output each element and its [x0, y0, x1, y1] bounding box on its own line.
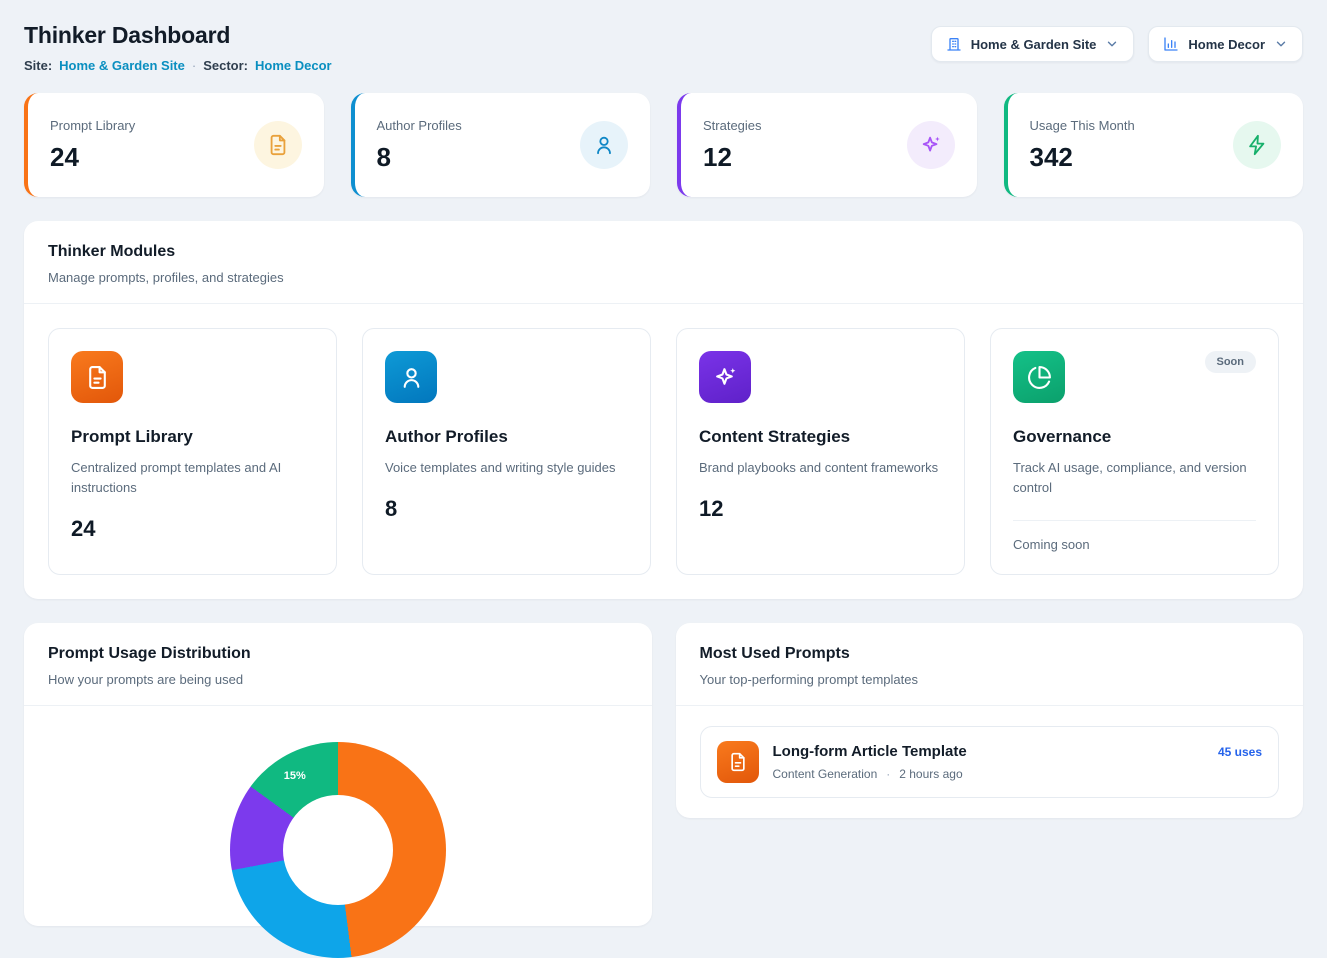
user-icon — [593, 134, 615, 156]
stat-value: 342 — [1030, 142, 1135, 173]
stat-label: Author Profiles — [377, 118, 462, 133]
site-selector-dropdown[interactable]: Home & Garden Site — [931, 26, 1135, 62]
module-title: Content Strategies — [699, 427, 942, 447]
panel-subtitle: Manage prompts, profiles, and strategies — [48, 270, 1279, 285]
stat-label: Strategies — [703, 118, 762, 133]
topbar: Thinker Dashboard Site: Home & Garden Si… — [24, 22, 1303, 73]
sector-link[interactable]: Home Decor — [255, 58, 332, 73]
prompt-title: Long-form Article Template — [773, 743, 1204, 760]
module-description: Centralized prompt templates and AI inst… — [71, 458, 314, 498]
document-icon — [728, 752, 748, 772]
stat-card-author-profiles: Author Profiles 8 — [351, 93, 651, 197]
module-title: Governance — [1013, 427, 1256, 447]
divider — [676, 705, 1304, 706]
stat-card-usage: Usage This Month 342 — [1004, 93, 1304, 197]
prompt-uses-badge: 45 uses — [1218, 745, 1262, 759]
stat-text: Author Profiles 8 — [377, 118, 462, 173]
usage-distribution-panel: Prompt Usage Distribution How your promp… — [24, 623, 652, 926]
coming-soon-text: Coming soon — [1013, 520, 1256, 552]
panel-subtitle: How your prompts are being used — [48, 672, 628, 687]
document-icon — [85, 365, 110, 390]
stat-label: Usage This Month — [1030, 118, 1135, 133]
donut-segment-label: 15% — [284, 770, 306, 782]
sector-selector-label: Home Decor — [1188, 37, 1265, 52]
modules-grid: Prompt Library Centralized prompt templa… — [24, 304, 1303, 599]
bar-chart-icon — [1163, 36, 1179, 52]
module-count: 12 — [699, 496, 942, 522]
stat-card-prompt-library: Prompt Library 24 — [24, 93, 324, 197]
stat-icon-bubble — [907, 121, 955, 169]
stat-text: Prompt Library 24 — [50, 118, 135, 173]
site-context-line: Site: Home & Garden Site · Sector: Home … — [24, 58, 332, 73]
module-card-governance[interactable]: Soon Governance Track AI usage, complian… — [990, 328, 1279, 575]
prompt-icon-tile — [717, 741, 759, 783]
dashboard-page: Thinker Dashboard Site: Home & Garden Si… — [0, 0, 1327, 948]
sector-label: Sector: — [203, 58, 248, 73]
module-icon-tile — [1013, 351, 1065, 403]
module-description: Track AI usage, compliance, and version … — [1013, 458, 1256, 498]
soon-badge: Soon — [1205, 351, 1257, 373]
module-description: Brand playbooks and content frameworks — [699, 458, 942, 478]
most-used-prompts-panel: Most Used Prompts Your top-performing pr… — [676, 623, 1304, 818]
site-link[interactable]: Home & Garden Site — [59, 58, 185, 73]
module-card-content-strategies[interactable]: Content Strategies Brand playbooks and c… — [676, 328, 965, 575]
sparkle-icon — [920, 134, 942, 156]
sector-selector-dropdown[interactable]: Home Decor — [1148, 26, 1303, 62]
topbar-left: Thinker Dashboard Site: Home & Garden Si… — [24, 22, 332, 73]
prompt-info: Long-form Article Template Content Gener… — [773, 743, 1204, 781]
module-count: 8 — [385, 496, 628, 522]
bolt-icon — [1246, 134, 1268, 156]
module-icon-tile — [71, 351, 123, 403]
panel-head: Most Used Prompts Your top-performing pr… — [676, 623, 1304, 705]
module-card-prompt-library[interactable]: Prompt Library Centralized prompt templa… — [48, 328, 337, 575]
stats-row: Prompt Library 24 Author Profiles 8 Stra… — [24, 93, 1303, 197]
module-description: Voice templates and writing style guides — [385, 458, 628, 478]
panel-title: Most Used Prompts — [700, 645, 1280, 663]
document-icon — [267, 134, 289, 156]
pie-chart-icon — [1027, 365, 1052, 390]
module-icon-tile — [699, 351, 751, 403]
prompt-category: Content Generation — [773, 767, 878, 781]
module-title: Author Profiles — [385, 427, 628, 447]
stat-value: 24 — [50, 142, 135, 173]
module-icon-tile — [385, 351, 437, 403]
panel-subtitle: Your top-performing prompt templates — [700, 672, 1280, 687]
bottom-row: Prompt Usage Distribution How your promp… — [24, 623, 1303, 926]
thinker-modules-panel: Thinker Modules Manage prompts, profiles… — [24, 221, 1303, 599]
prompt-time: 2 hours ago — [899, 767, 962, 781]
stat-text: Strategies 12 — [703, 118, 762, 173]
prompt-list-item[interactable]: Long-form Article Template Content Gener… — [700, 726, 1280, 798]
stat-text: Usage This Month 342 — [1030, 118, 1135, 173]
stat-value: 8 — [377, 142, 462, 173]
user-icon — [399, 365, 424, 390]
module-title: Prompt Library — [71, 427, 314, 447]
donut-chart: 15% — [230, 742, 446, 958]
chevron-down-icon — [1105, 37, 1119, 51]
separator-dot: · — [192, 58, 196, 73]
site-label: Site: — [24, 58, 52, 73]
stat-label: Prompt Library — [50, 118, 135, 133]
stat-value: 12 — [703, 142, 762, 173]
stat-icon-bubble — [1233, 121, 1281, 169]
stat-icon-bubble — [580, 121, 628, 169]
module-count: 24 — [71, 516, 314, 542]
site-selector-label: Home & Garden Site — [971, 37, 1097, 52]
panel-title: Prompt Usage Distribution — [48, 645, 628, 663]
building-icon — [946, 36, 962, 52]
chevron-down-icon — [1274, 37, 1288, 51]
separator-dot: · — [886, 767, 890, 781]
topbar-selectors: Home & Garden Site Home Decor — [931, 26, 1303, 62]
panel-title: Thinker Modules — [48, 243, 1279, 261]
chart-area: 15% — [24, 706, 652, 926]
sparkle-icon — [713, 365, 738, 390]
prompt-meta: Content Generation · 2 hours ago — [773, 767, 1204, 781]
panel-head: Prompt Usage Distribution How your promp… — [24, 623, 652, 705]
page-title: Thinker Dashboard — [24, 22, 332, 49]
stat-card-strategies: Strategies 12 — [677, 93, 977, 197]
panel-head: Thinker Modules Manage prompts, profiles… — [24, 221, 1303, 303]
stat-icon-bubble — [254, 121, 302, 169]
module-card-author-profiles[interactable]: Author Profiles Voice templates and writ… — [362, 328, 651, 575]
